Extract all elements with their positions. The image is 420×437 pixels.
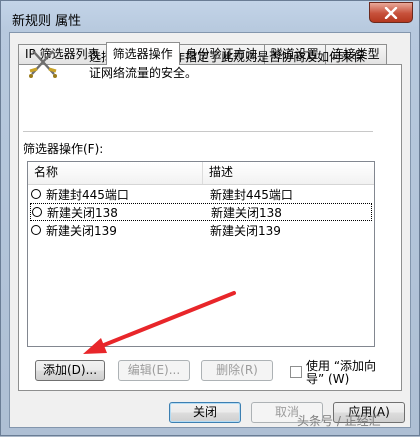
section-divider	[23, 131, 373, 132]
item-description: 新建封445端口	[210, 187, 293, 202]
item-description: 新建关闭138	[211, 205, 282, 220]
radio-button[interactable]	[31, 189, 41, 199]
title-bar[interactable]: 新规则 属性	[1, 1, 419, 35]
filter-actions-label: 筛选器操作(F):	[23, 142, 104, 156]
properties-dialog: 新规则 属性 IP 筛选器列表 筛选器操作 身份验证方法 隧道设置 连接类型 选…	[0, 0, 420, 436]
window-close-button[interactable]	[369, 2, 413, 23]
column-header-description[interactable]: 描述	[203, 162, 374, 184]
item-name: 新建关闭138	[47, 205, 118, 220]
use-add-wizard-label: 使用 “添加向导” (W)	[306, 359, 377, 386]
radio-button[interactable]	[31, 225, 41, 235]
list-item[interactable]: 新建封445端口 新建封445端口	[30, 185, 372, 203]
watermark-text: 头条号 / 正经汇	[297, 414, 381, 428]
window-title: 新规则 属性	[12, 14, 82, 29]
edit-button[interactable]: 编辑(E)...	[118, 360, 190, 381]
delete-button[interactable]: 删除(R)	[201, 360, 273, 381]
item-name: 新建关闭139	[46, 223, 117, 238]
add-button[interactable]: 添加(D)...	[35, 360, 105, 381]
crossed-swords-icon	[29, 50, 57, 78]
close-icon	[384, 6, 398, 19]
close-button[interactable]: 关闭	[169, 402, 241, 423]
list-header: 名称 描述	[28, 162, 374, 185]
filter-actions-list[interactable]: 名称 描述 新建封445端口 新建封445端口 新建关闭138 新建关闭138 …	[27, 161, 375, 347]
list-item[interactable]: 新建关闭139 新建关闭139	[30, 221, 372, 239]
item-name: 新建封445端口	[46, 187, 129, 202]
column-header-name[interactable]: 名称	[28, 162, 203, 184]
tab-filter-action[interactable]: 筛选器操作	[105, 42, 180, 65]
use-add-wizard-checkbox[interactable]	[290, 366, 302, 378]
list-item[interactable]: 新建关闭138 新建关闭138	[30, 203, 372, 221]
item-description: 新建关闭139	[210, 223, 281, 238]
radio-button[interactable]	[32, 207, 42, 217]
